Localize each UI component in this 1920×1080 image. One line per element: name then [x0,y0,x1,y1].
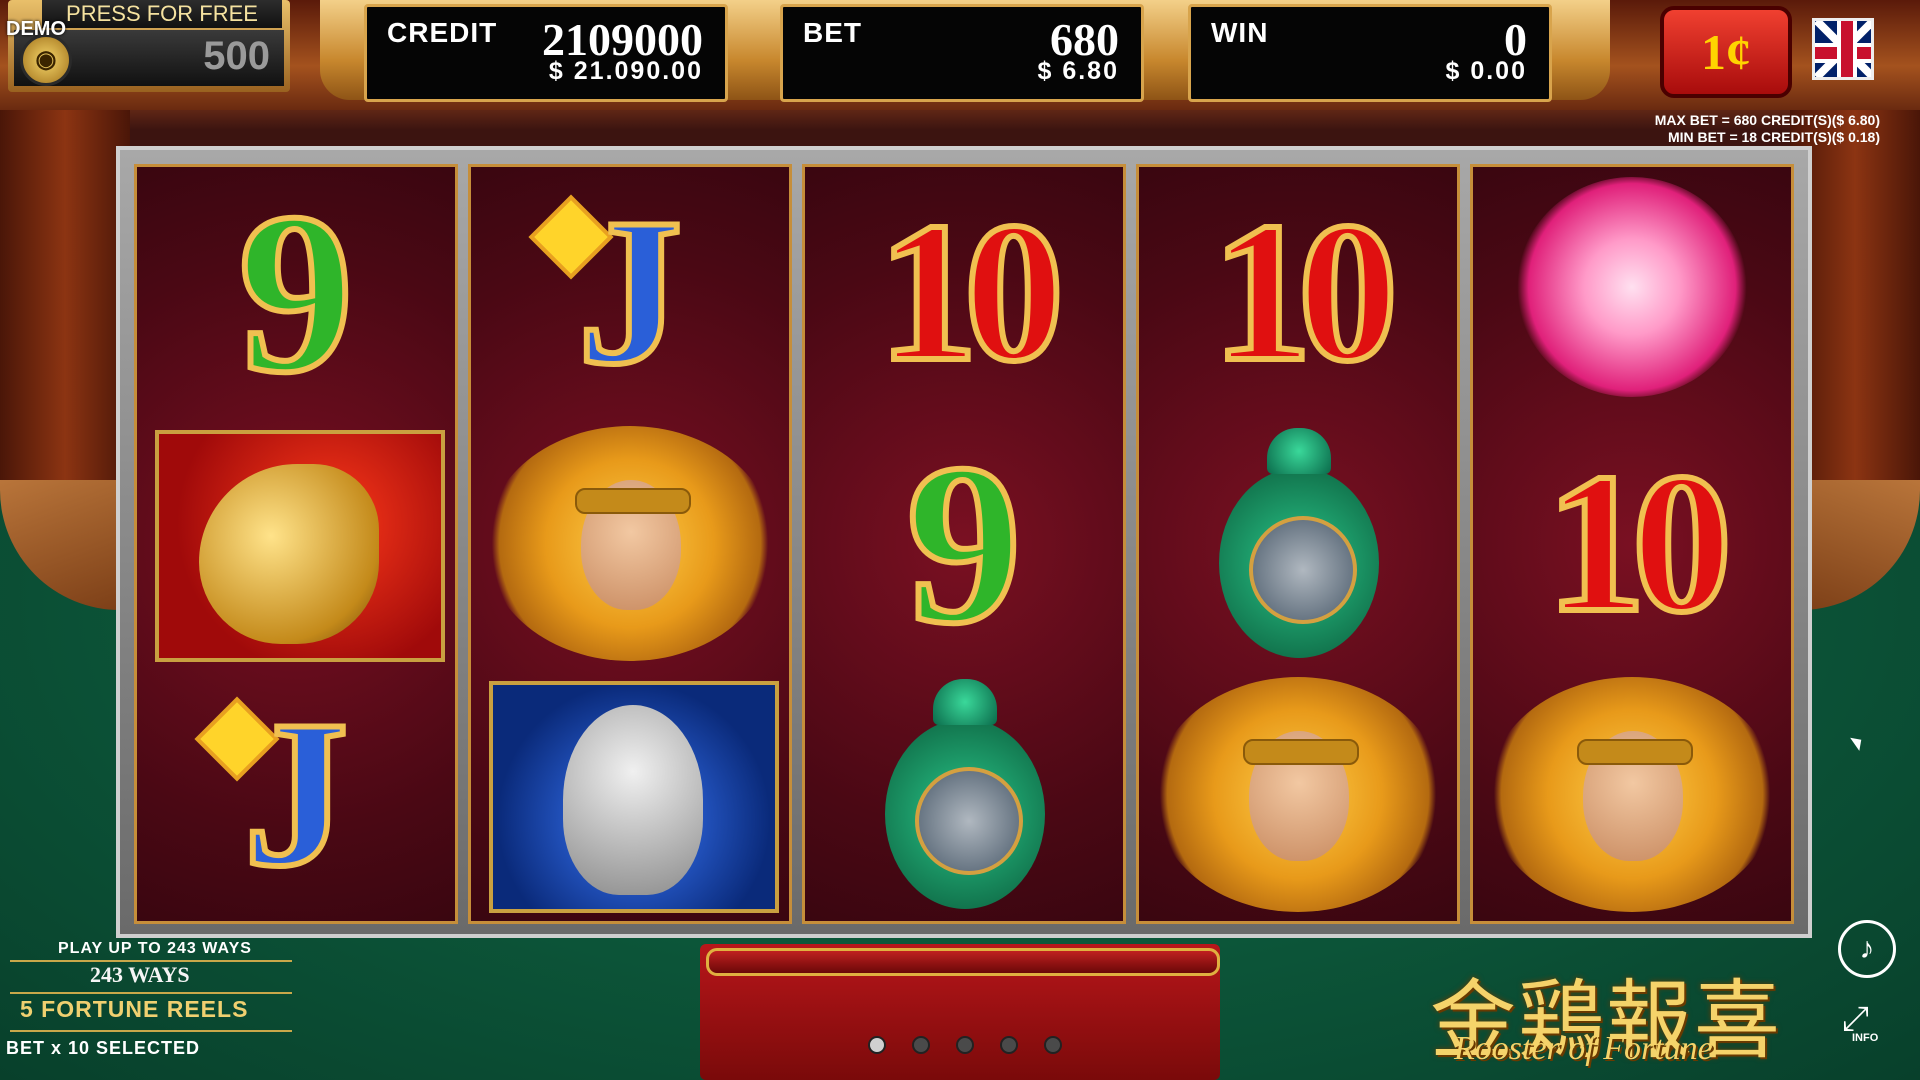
win-label: WIN [1211,17,1269,48]
symbol-peony [1473,167,1791,418]
ways-panel: PLAY UP TO 243 WAYS 243 WAYS 5 FORTUNE R… [0,938,296,1080]
bet-label: BET [803,17,862,48]
monkey-king-icon [1153,677,1443,912]
ten-symbol-label: 10 [875,179,1067,406]
denomination-button[interactable]: 1¢ [1660,6,1792,98]
symbol-monkey-king [1139,669,1457,920]
nine-symbol-label: 9 [904,415,1025,672]
symbol-elephant [471,669,789,920]
ten-symbol-label: 10 [1209,179,1401,406]
win-meter: WIN 0 $ 0.00 [1188,4,1552,102]
bet-limits: MAX BET = 680 CREDIT(S)($ 6.80) MIN BET … [1655,112,1880,146]
free-play-label: PRESS FOR FREE PLAY [42,0,282,54]
symbol-vase [1139,418,1457,669]
divider [10,1030,292,1032]
rooster-icon [155,430,445,662]
golden-rod [706,948,1220,976]
page-dot[interactable] [1000,1036,1018,1054]
reel-2: J [468,164,792,924]
uk-flag-icon[interactable] [1812,18,1874,80]
ways-line-2: 243 WAYS [90,962,190,987]
game-title-english: Rooster of Fortune [1454,1030,1713,1067]
reel-window[interactable]: 9 J J 10 9 10 10 [116,146,1812,938]
vase-icon [1219,428,1379,658]
info-label[interactable]: INFO [1852,1032,1878,1044]
page-dot[interactable] [868,1036,886,1054]
free-play-value: 500 [203,34,270,78]
left-pillar [0,90,130,510]
bet-meter[interactable]: BET 680 $ 6.80 [780,4,1144,102]
symbol-ten: 10 [1139,167,1457,418]
ten-symbol-label: 10 [1543,430,1735,657]
credit-meter: CREDIT 2109000 $ 21.090.00 [364,4,728,102]
symbol-rooster [137,418,455,669]
symbol-jack: J [471,167,789,418]
divider [10,992,292,994]
credit-money: $ 21.090.00 [548,57,703,85]
min-bet-text: MIN BET = 18 CREDIT(S)($ 0.18) [1668,129,1880,145]
bet-money: $ 6.80 [1037,57,1119,85]
symbol-nine: 9 [137,164,455,421]
peony-icon [1517,177,1747,397]
symbol-ten: 10 [1473,418,1791,669]
coin-icon: ◉ [20,34,72,86]
credit-label: CREDIT [387,17,498,48]
demo-label: DEMO [6,18,66,40]
page-dot[interactable] [956,1036,974,1054]
symbol-monkey-king [471,418,789,669]
jack-symbol-label: J [575,173,686,411]
jack-symbol-label: J [241,675,352,913]
vase-icon [885,679,1045,909]
page-dots[interactable] [868,1036,1088,1059]
reel-1: 9 J [134,164,458,924]
symbol-vase [805,669,1123,920]
symbol-jack: J [137,669,455,920]
symbol-monkey-king [1473,669,1791,920]
bet-selected-text: BET x 10 SELECTED [6,1038,201,1058]
symbol-ten: 10 [805,167,1123,418]
elephant-icon [489,681,779,913]
free-play-button[interactable]: PRESS FOR FREE PLAY ◉ 500 [8,0,290,92]
monkey-king-icon [485,426,775,661]
speaker-icon[interactable]: ♪ [1838,920,1896,978]
page-dot[interactable] [1044,1036,1062,1054]
ways-line-1: PLAY UP TO 243 WAYS [58,940,252,957]
reel-4: 10 [1136,164,1460,924]
monkey-king-icon [1487,677,1777,912]
nine-symbol-label: 9 [236,164,357,421]
win-money: $ 0.00 [1445,57,1527,85]
max-bet-text: MAX BET = 680 CREDIT(S)($ 6.80) [1654,112,1880,128]
reel-5: 10 [1470,164,1794,924]
reel-3: 10 9 [802,164,1126,924]
symbol-nine: 9 [805,415,1123,672]
page-dot[interactable] [912,1036,930,1054]
ways-line-3: 5 FORTUNE REELS [20,996,249,1022]
